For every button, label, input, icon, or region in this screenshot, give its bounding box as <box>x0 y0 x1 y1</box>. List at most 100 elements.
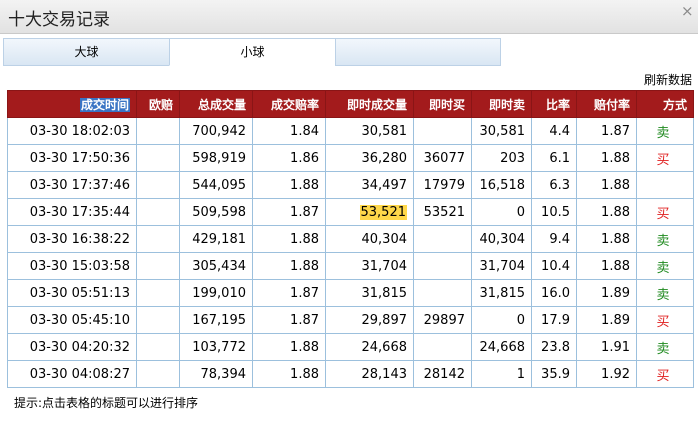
cell-time: 03-30 04:08:27 <box>7 360 137 388</box>
table-row: 03-30 05:51:13 199,010 1.87 31,815 31,815 16.… <box>7 279 694 307</box>
cell-instant-volume: 28,143 <box>325 360 414 388</box>
col-header-total-volume[interactable]: 总成交量 <box>179 90 253 118</box>
cell-ratio: 23.8 <box>531 333 577 361</box>
tab-bar: 大球 小球 <box>3 38 501 66</box>
cell-ratio: 10.4 <box>531 252 577 280</box>
table-row: 03-30 17:37:46 544,095 1.88 34,497 17979 16,5… <box>7 171 694 199</box>
cell-time: 03-30 17:37:46 <box>7 171 137 199</box>
cell-ratio: 10.5 <box>531 198 577 226</box>
close-icon[interactable]: × <box>681 2 694 20</box>
cell-ratio: 35.9 <box>531 360 577 388</box>
cell-ratio: 6.1 <box>531 144 577 172</box>
col-header-instant-buy[interactable]: 即时买 <box>413 90 472 118</box>
cell-trade-odds: 1.87 <box>252 279 326 307</box>
cell-method: 买 <box>636 306 694 334</box>
cell-payout-rate: 1.88 <box>576 252 637 280</box>
cell-payout-rate: 1.88 <box>576 144 637 172</box>
cell-euro-odds <box>136 279 180 307</box>
col-header-instant-volume[interactable]: 即时成交量 <box>325 90 414 118</box>
cell-method <box>636 171 694 199</box>
cell-instant-sell: 16,518 <box>471 171 532 199</box>
cell-instant-buy <box>413 117 472 145</box>
cell-euro-odds <box>136 306 180 334</box>
refresh-link[interactable]: 刷新数据 <box>644 71 692 88</box>
cell-payout-rate: 1.88 <box>576 171 637 199</box>
cell-euro-odds <box>136 252 180 280</box>
cell-total-volume: 305,434 <box>179 252 253 280</box>
cell-ratio: 17.9 <box>531 306 577 334</box>
cell-instant-buy <box>413 252 472 280</box>
cell-method: 卖 <box>636 117 694 145</box>
cell-ratio: 9.4 <box>531 225 577 253</box>
cell-trade-odds: 1.88 <box>252 171 326 199</box>
cell-instant-volume: 36,280 <box>325 144 414 172</box>
cell-instant-buy: 53521 <box>413 198 472 226</box>
table-row: 03-30 17:35:44 509,598 1.87 53,521 53521 0 10.… <box>7 198 694 226</box>
cell-trade-odds: 1.87 <box>252 306 326 334</box>
cell-instant-sell: 40,304 <box>471 225 532 253</box>
cell-time: 03-30 17:35:44 <box>7 198 137 226</box>
cell-total-volume: 544,095 <box>179 171 253 199</box>
cell-instant-buy <box>413 225 472 253</box>
cell-instant-volume: 31,815 <box>325 279 414 307</box>
cell-instant-sell: 31,704 <box>471 252 532 280</box>
cell-euro-odds <box>136 171 180 199</box>
cell-total-volume: 700,942 <box>179 117 253 145</box>
cell-instant-sell: 0 <box>471 306 532 334</box>
cell-instant-volume: 31,704 <box>325 252 414 280</box>
cell-trade-odds: 1.88 <box>252 360 326 388</box>
cell-euro-odds <box>136 225 180 253</box>
cell-instant-volume: 53,521 <box>325 198 414 226</box>
cell-trade-odds: 1.87 <box>252 198 326 226</box>
col-header-euro-odds[interactable]: 欧赔 <box>136 90 180 118</box>
cell-method: 买 <box>636 360 694 388</box>
col-header-trade-odds[interactable]: 成交赔率 <box>252 90 326 118</box>
cell-method: 卖 <box>636 333 694 361</box>
tab-empty[interactable] <box>335 38 501 66</box>
col-header-time[interactable]: 成交时间 <box>7 90 137 118</box>
cell-payout-rate: 1.88 <box>576 225 637 253</box>
cell-instant-buy: 36077 <box>413 144 472 172</box>
cell-payout-rate: 1.89 <box>576 306 637 334</box>
cell-method: 买 <box>636 198 694 226</box>
trade-table: 成交时间 欧赔 总成交量 成交赔率 即时成交量 即时买 即时卖 比率 赔付率 方… <box>7 90 694 388</box>
cell-trade-odds: 1.88 <box>252 225 326 253</box>
cell-time: 03-30 15:03:58 <box>7 252 137 280</box>
trade-table-container: 成交时间 欧赔 总成交量 成交赔率 即时成交量 即时买 即时卖 比率 赔付率 方… <box>7 90 694 388</box>
tab-big-ball[interactable]: 大球 <box>3 38 170 66</box>
cell-total-volume: 429,181 <box>179 225 253 253</box>
cell-time: 03-30 05:51:13 <box>7 279 137 307</box>
col-header-instant-sell[interactable]: 即时卖 <box>471 90 532 118</box>
table-row: 03-30 16:38:22 429,181 1.88 40,304 40,304 9.4… <box>7 225 694 253</box>
cell-ratio: 16.0 <box>531 279 577 307</box>
cell-euro-odds <box>136 144 180 172</box>
cell-instant-buy: 29897 <box>413 306 472 334</box>
cell-method: 卖 <box>636 279 694 307</box>
col-header-ratio[interactable]: 比率 <box>531 90 577 118</box>
cell-euro-odds <box>136 117 180 145</box>
cell-instant-buy: 17979 <box>413 171 472 199</box>
cell-instant-sell: 1 <box>471 360 532 388</box>
cell-total-volume: 167,195 <box>179 306 253 334</box>
cell-instant-sell: 24,668 <box>471 333 532 361</box>
cell-trade-odds: 1.88 <box>252 333 326 361</box>
cell-euro-odds <box>136 360 180 388</box>
cell-total-volume: 103,772 <box>179 333 253 361</box>
table-header-row: 成交时间 欧赔 总成交量 成交赔率 即时成交量 即时买 即时卖 比率 赔付率 方… <box>7 90 694 118</box>
cell-instant-volume: 24,668 <box>325 333 414 361</box>
tab-small-ball[interactable]: 小球 <box>169 38 336 66</box>
table-row: 03-30 15:03:58 305,434 1.88 31,704 31,704 10.… <box>7 252 694 280</box>
cell-ratio: 6.3 <box>531 171 577 199</box>
cell-instant-volume: 30,581 <box>325 117 414 145</box>
cell-instant-buy <box>413 333 472 361</box>
window-title: 十大交易记录 <box>8 10 110 30</box>
col-header-payout-rate[interactable]: 赔付率 <box>576 90 637 118</box>
cell-time: 03-30 05:45:10 <box>7 306 137 334</box>
cell-method: 卖 <box>636 252 694 280</box>
cell-method: 买 <box>636 144 694 172</box>
cell-total-volume: 78,394 <box>179 360 253 388</box>
col-header-method[interactable]: 方式 <box>636 90 694 118</box>
table-row: 03-30 18:02:03 700,942 1.84 30,581 30,581 4.4… <box>7 117 694 145</box>
cell-total-volume: 598,919 <box>179 144 253 172</box>
cell-instant-sell: 0 <box>471 198 532 226</box>
